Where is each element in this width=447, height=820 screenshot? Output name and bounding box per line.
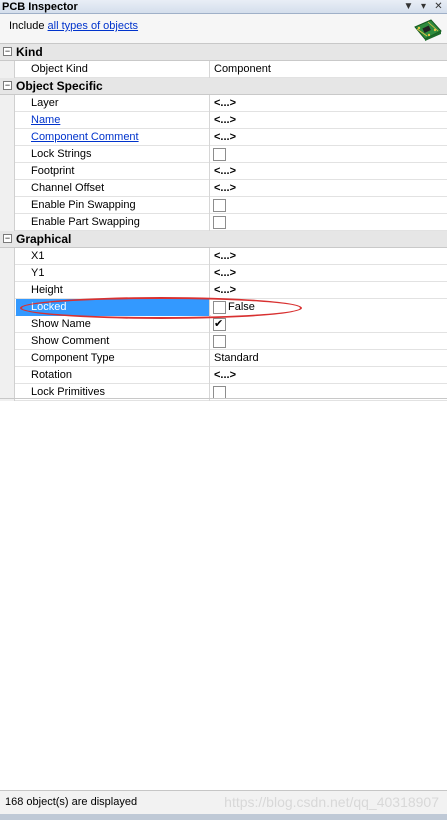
row-gutter [0, 129, 15, 146]
property-name: Object Kind [16, 61, 210, 78]
property-row-name[interactable]: Name <...> [0, 112, 447, 129]
property-name: Layer [16, 95, 210, 112]
property-row-lock-strings[interactable]: Lock Strings [0, 146, 447, 163]
category-object-specific[interactable]: − Object Specific [0, 78, 447, 95]
property-value[interactable]: Component [211, 61, 447, 78]
property-name: Lock Strings [16, 146, 210, 163]
property-row-enable-pin-swapping[interactable]: Enable Pin Swapping [0, 197, 447, 214]
row-gutter [0, 282, 15, 299]
collapse-toggle-icon[interactable]: − [3, 81, 12, 90]
row-gutter [0, 248, 15, 265]
property-value[interactable]: <...> [211, 265, 447, 282]
property-name-link[interactable]: Component Comment [16, 129, 210, 146]
panel-titlebar: PCB Inspector ▼ ▾ ✕ [0, 0, 447, 14]
row-gutter [0, 180, 15, 197]
property-name: Channel Offset [16, 180, 210, 197]
property-value[interactable]: <...> [211, 112, 447, 129]
property-name: Footprint [16, 163, 210, 180]
property-value[interactable]: Standard [211, 350, 447, 367]
property-row-layer[interactable]: Layer <...> [0, 95, 447, 112]
property-name: Height [16, 282, 210, 299]
property-name: Locked [16, 299, 210, 316]
property-name: Enable Pin Swapping [16, 197, 210, 214]
enable-pin-swapping-checkbox[interactable] [213, 199, 226, 212]
property-row-height[interactable]: Height <...> [0, 282, 447, 299]
row-gutter [0, 197, 15, 214]
locked-checkbox[interactable] [213, 301, 226, 314]
property-value[interactable]: <...> [211, 129, 447, 146]
category-kind[interactable]: − Kind [0, 44, 447, 61]
property-row-rotation[interactable]: Rotation <...> [0, 367, 447, 384]
row-gutter [0, 163, 15, 180]
property-name: Show Name [16, 316, 210, 333]
property-grid: − Kind Object Kind Component − Object Sp… [0, 44, 447, 401]
grid-bottom-border [0, 398, 447, 399]
collapse-toggle-icon[interactable]: − [3, 47, 12, 56]
property-name: X1 [16, 248, 210, 265]
row-gutter [0, 61, 15, 78]
category-label: Object Specific [16, 79, 103, 93]
property-row-component-type[interactable]: Component Type Standard [0, 350, 447, 367]
property-value[interactable]: <...> [211, 248, 447, 265]
property-row-locked[interactable]: Locked False [0, 299, 447, 316]
property-row-y1[interactable]: Y1 <...> [0, 265, 447, 282]
property-row-show-name[interactable]: Show Name [0, 316, 447, 333]
property-row-channel-offset[interactable]: Channel Offset <...> [0, 180, 447, 197]
property-row-object-kind[interactable]: Object Kind Component [0, 61, 447, 78]
property-name: Y1 [16, 265, 210, 282]
property-row-show-comment[interactable]: Show Comment [0, 333, 447, 350]
property-name: Rotation [16, 367, 210, 384]
pcb-board-icon [414, 19, 442, 41]
row-gutter [0, 112, 15, 129]
row-gutter [0, 95, 15, 112]
property-name-link[interactable]: Name [16, 112, 210, 129]
status-text: 168 object(s) are displayed [5, 796, 138, 808]
include-label: Include [9, 20, 45, 32]
property-row-component-comment[interactable]: Component Comment <...> [0, 129, 447, 146]
locked-value-text: False [228, 301, 255, 313]
titlebar-controls: ▼ ▾ ✕ [403, 1, 444, 12]
row-gutter [0, 367, 15, 384]
close-icon[interactable]: ✕ [433, 1, 444, 12]
property-name: Enable Part Swapping [16, 214, 210, 231]
lock-strings-checkbox[interactable] [213, 148, 226, 161]
row-gutter [0, 265, 15, 282]
property-value[interactable]: <...> [211, 95, 447, 112]
include-filter: Include all types of objects [9, 20, 138, 33]
property-value[interactable]: <...> [211, 367, 447, 384]
status-bar: 168 object(s) are displayed https://blog… [0, 790, 447, 814]
row-gutter [0, 350, 15, 367]
dropdown-arrow-icon[interactable]: ▼ [403, 1, 414, 12]
watermark-text: https://blog.csdn.net/qq_40318907 [224, 794, 439, 810]
enable-part-swapping-checkbox[interactable] [213, 216, 226, 229]
property-name: Show Comment [16, 333, 210, 350]
property-row-footprint[interactable]: Footprint <...> [0, 163, 447, 180]
show-comment-checkbox[interactable] [213, 335, 226, 348]
category-label: Graphical [16, 232, 72, 246]
row-gutter [0, 214, 15, 231]
row-gutter [0, 333, 15, 350]
property-row-x1[interactable]: X1 <...> [0, 248, 447, 265]
property-row-enable-part-swapping[interactable]: Enable Part Swapping [0, 214, 447, 231]
property-value[interactable]: <...> [211, 180, 447, 197]
row-gutter [0, 146, 15, 163]
row-gutter [0, 299, 15, 316]
property-value[interactable]: <...> [211, 163, 447, 180]
bottom-strip [0, 814, 447, 820]
show-name-checkbox[interactable] [213, 317, 226, 331]
category-label: Kind [16, 45, 43, 59]
panel-title: PCB Inspector [2, 1, 78, 13]
row-gutter [0, 316, 15, 333]
pin-icon[interactable]: ▾ [418, 1, 429, 12]
collapse-toggle-icon[interactable]: − [3, 234, 12, 243]
property-name: Component Type [16, 350, 210, 367]
include-filter-bar: Include all types of objects [0, 14, 447, 44]
category-graphical[interactable]: − Graphical [0, 231, 447, 248]
property-value[interactable]: <...> [211, 282, 447, 299]
object-types-link[interactable]: all types of objects [48, 20, 139, 32]
